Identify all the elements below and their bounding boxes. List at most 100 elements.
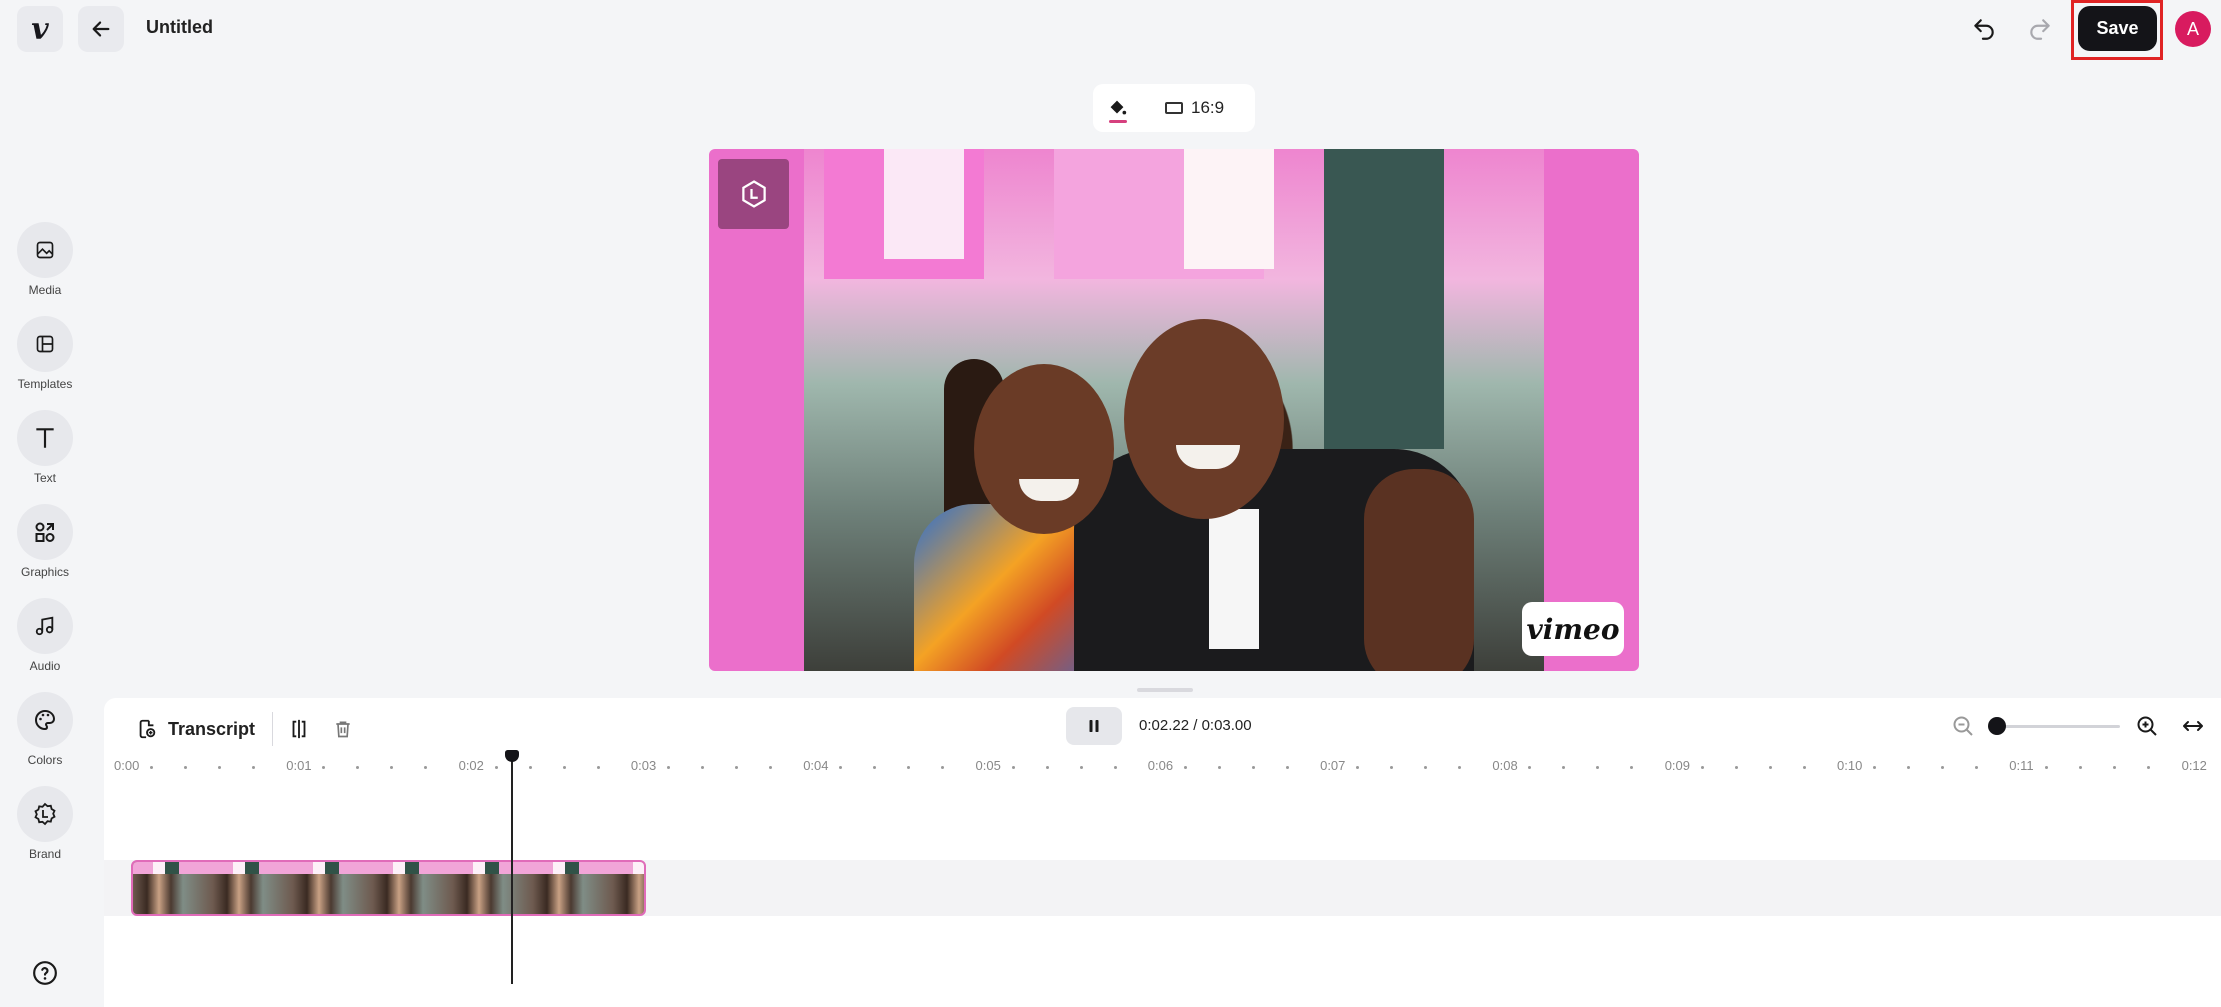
ruler-label: 0:09 [1664, 758, 1690, 773]
ruler-tick [1011, 766, 1015, 769]
layout-icon [36, 335, 54, 353]
ruler-tick [1079, 766, 1083, 769]
redo-icon [2030, 19, 2050, 40]
panel-resize-handle[interactable] [1137, 688, 1193, 692]
playhead-line [511, 754, 513, 984]
ruler-tick [1356, 766, 1360, 769]
total-time: 0:03.00 [1201, 717, 1252, 734]
zoom-slider-track[interactable] [1996, 725, 2120, 728]
transcript-label: Transcript [168, 718, 256, 739]
ruler-tick [734, 766, 738, 769]
video-clip[interactable] [131, 860, 646, 916]
background-fill-button[interactable] [1093, 84, 1141, 132]
paint-bucket-icon [1110, 100, 1127, 115]
ruler-tick [1907, 766, 1910, 769]
zoom-slider-handle[interactable] [1988, 717, 2006, 735]
ruler-tick [1458, 766, 1462, 769]
undo-icon [1974, 19, 1994, 40]
time-separator: / [1189, 717, 1202, 734]
undo-button[interactable] [1964, 12, 2004, 46]
ruler-tick [873, 766, 877, 769]
sidebar-item-brand[interactable]: Brand [0, 786, 90, 870]
sidebar-item-media[interactable]: Media [0, 222, 90, 306]
brand-logo-tile[interactable] [718, 159, 789, 229]
sidebar-item-graphics[interactable]: Graphics [0, 504, 90, 588]
ruler-tick [1045, 766, 1049, 769]
ruler-label: 0:00 [114, 758, 140, 773]
ruler-tick [218, 766, 221, 769]
transcript-button[interactable]: Transcript [136, 712, 255, 746]
redo-button[interactable] [2020, 12, 2060, 46]
music-note-icon [35, 616, 54, 636]
avatar[interactable]: A [2175, 11, 2211, 47]
ruler-tick [1975, 766, 1978, 769]
expand-horizontal-icon [2183, 721, 2203, 731]
ruler-tick [150, 766, 153, 769]
ruler-tick [700, 766, 704, 769]
pause-button[interactable] [1066, 707, 1122, 745]
trash-icon [336, 721, 350, 738]
sidebar-item-colors[interactable]: Colors [0, 692, 90, 776]
ruler-tick [1768, 766, 1772, 769]
ruler-label: 0:01 [286, 758, 312, 773]
project-title[interactable]: Untitled [146, 17, 213, 38]
sidebar-item-templates[interactable]: Templates [0, 316, 90, 400]
ruler-tick [1734, 766, 1738, 769]
sidebar-item-label: Media [28, 283, 62, 297]
ruler-tick [1700, 766, 1704, 769]
brand-hexagon-icon [741, 180, 766, 208]
ruler-tick [424, 766, 428, 769]
top-bar: v Untitled Save A [0, 0, 2221, 60]
palette-icon [35, 709, 56, 731]
ruler-tick [390, 766, 394, 769]
ruler-label: 0:10 [1837, 758, 1863, 773]
ruler-label: 0:05 [975, 758, 1001, 773]
save-button[interactable]: Save [2078, 6, 2157, 51]
transcript-icon [139, 719, 156, 739]
brand-badge-icon [34, 802, 56, 826]
arrow-left-icon [92, 21, 110, 37]
timeline-ruler[interactable]: 0:00 0:01 0:02 0:03 0:04 0:05 0:06 0:07 0:08 0:09… [104, 758, 2221, 782]
help-button[interactable] [31, 959, 59, 987]
zoom-out-button[interactable] [1948, 711, 1978, 741]
canvas-toolbar: 16:9 [1093, 84, 1255, 132]
help-circle-icon [33, 961, 57, 985]
shapes-icon [35, 522, 55, 542]
ruler-tick [494, 766, 498, 769]
ruler-tick [1873, 766, 1876, 769]
text-icon [36, 428, 54, 448]
sidebar-item-label: Audio [29, 659, 61, 673]
ruler-tick [1630, 766, 1634, 769]
delete-button[interactable] [326, 712, 360, 746]
fit-to-width-button[interactable] [2178, 711, 2208, 741]
aspect-ratio-button[interactable]: 16:9 [1165, 98, 1224, 118]
back-button[interactable] [78, 6, 124, 52]
aspect-ratio-icon [1165, 102, 1183, 114]
ruler-tick [1113, 766, 1117, 769]
split-button[interactable] [282, 712, 316, 746]
zoom-in-button[interactable] [2132, 711, 2162, 741]
ruler-tick [184, 766, 187, 769]
timeline-panel: Transcript 0:02.22 / 0:03.00 0:00 0:01 0:0… [104, 698, 2221, 1007]
ruler-tick [322, 766, 326, 769]
ruler-tick [1251, 766, 1255, 769]
ruler-tick [1183, 766, 1187, 769]
ruler-tick [1562, 766, 1566, 769]
sidebar-item-audio[interactable]: Audio [0, 598, 90, 682]
ruler-tick [2079, 766, 2083, 769]
ruler-tick [1217, 766, 1221, 769]
ruler-tick [562, 766, 566, 769]
ruler-label: 0:03 [630, 758, 657, 773]
ruler-tick [1528, 766, 1532, 769]
ruler-tick [2113, 766, 2117, 769]
ruler-tick [666, 766, 670, 769]
sidebar-item-text[interactable]: Text [0, 410, 90, 494]
vimeo-logo-icon[interactable]: v [17, 6, 63, 52]
video-preview[interactable]: vimeo [709, 149, 1639, 671]
time-readout: 0:02.22 / 0:03.00 [1139, 717, 1252, 734]
zoom-out-icon [1953, 716, 1973, 736]
ruler-label: 0:07 [1320, 758, 1346, 773]
ruler-label: 0:06 [1147, 758, 1174, 773]
ruler-label: 0:02 [458, 758, 484, 773]
ruler-tick [2147, 766, 2151, 769]
